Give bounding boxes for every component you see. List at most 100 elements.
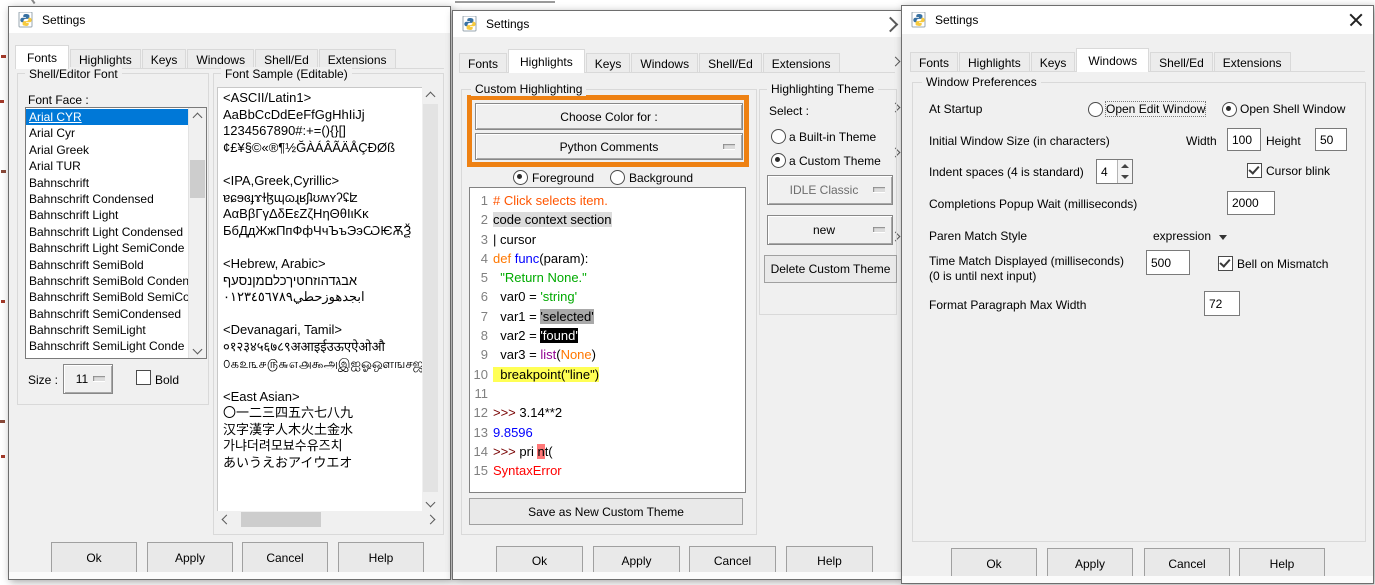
cancel-button[interactable]: Cancel — [242, 542, 328, 573]
code-sample-line[interactable]: 2code context section — [473, 210, 745, 229]
code-segment-break[interactable]: breakpoint("line") — [493, 367, 599, 382]
code-sample-line[interactable]: 7 var1 = 'selected' — [473, 307, 745, 326]
tab-windows[interactable]: Windows — [187, 49, 254, 69]
sample-vscrollbar[interactable] — [422, 87, 439, 511]
code-sample-line[interactable]: 14>>> pri nt( — [473, 442, 745, 461]
completions-popup-input[interactable]: 2000 — [1227, 191, 1275, 215]
tab-highlights[interactable]: Highlights — [508, 49, 585, 73]
code-sample-line[interactable]: 139.8596 — [473, 423, 745, 442]
code-sample-line[interactable]: 4def func(param): — [473, 249, 745, 268]
font-list-item[interactable]: Bahnschrift Light SemiConde — [26, 240, 189, 256]
code-segment-stdout[interactable]: 9.8596 — [493, 425, 533, 440]
builtin-theme-dropdown[interactable]: IDLE Classic — [767, 175, 893, 205]
code-sample-line[interactable]: 8 var2 = 'found' — [473, 326, 745, 345]
indent-spinbox[interactable]: 4 — [1096, 159, 1133, 184]
builtin-theme-radio[interactable] — [771, 129, 786, 144]
help-button[interactable]: Help — [1239, 548, 1325, 579]
code-sample-line[interactable]: 3| cursor — [473, 230, 745, 249]
font-face-listbox[interactable]: Arial CYRArial CyrArial GreekArial TURBa… — [25, 107, 207, 359]
code-segment-normal[interactable]: t( — [545, 444, 553, 459]
tab-windows[interactable]: Windows — [631, 53, 698, 73]
font-sample-text[interactable]: <ASCII/Latin1> AaBbCcDdEeFfGgHhIiJj 1234… — [217, 87, 428, 513]
code-segment-builtin[interactable]: list — [540, 347, 556, 362]
code-segment-keyword[interactable]: def — [493, 251, 511, 266]
code-segment-normal[interactable]: pri — [516, 444, 538, 459]
code-segment-console[interactable]: >>> — [493, 444, 516, 459]
scroll-down-button[interactable] — [422, 495, 439, 511]
code-sample-line[interactable]: 12>>> 3.14**2 — [473, 403, 745, 422]
help-button[interactable]: Help — [338, 542, 424, 573]
code-segment-console[interactable]: >>> — [493, 405, 516, 420]
code-segment-string[interactable]: "Return None." — [500, 270, 587, 285]
highlight-sample[interactable]: 1# Click selects item.2code context sect… — [469, 187, 746, 493]
bell-on-mismatch-checkbox[interactable] — [1218, 256, 1233, 271]
font-list-item[interactable]: Arial Cyr — [26, 125, 189, 141]
code-segment-string[interactable]: 'string' — [540, 289, 577, 304]
font-list-item[interactable]: Bahnschrift SemiCondensed — [26, 306, 189, 322]
code-segment-hit[interactable]: 'found' — [540, 328, 578, 343]
delete-custom-theme-button[interactable]: Delete Custom Theme — [764, 255, 897, 283]
ok-button[interactable]: Ok — [51, 542, 137, 573]
tab-fonts[interactable]: Fonts — [459, 53, 507, 73]
cancel-button[interactable]: Cancel — [689, 546, 776, 575]
spinner-arrows[interactable] — [1117, 160, 1132, 183]
height-input[interactable]: 50 — [1315, 128, 1347, 151]
tab-keys[interactable]: Keys — [142, 49, 187, 69]
save-custom-theme-button[interactable]: Save as New Custom Theme — [469, 498, 743, 525]
apply-button[interactable]: Apply — [147, 542, 233, 573]
bold-checkbox[interactable] — [136, 370, 151, 385]
custom-theme-dropdown[interactable]: new — [767, 215, 893, 245]
sample-hscrollbar[interactable] — [217, 511, 439, 528]
apply-button[interactable]: Apply — [593, 546, 680, 575]
code-segment-context[interactable]: code context section — [493, 212, 612, 227]
background-radio[interactable] — [610, 170, 625, 185]
titlebar[interactable]: Settings — [453, 11, 901, 37]
width-input[interactable]: 100 — [1227, 128, 1261, 151]
tab-shell-ed[interactable]: Shell/Ed — [1150, 52, 1213, 72]
font-list-item[interactable]: Bahnschrift SemiLight Conde — [26, 338, 189, 354]
code-segment-comment[interactable]: # Click selects item. — [493, 193, 608, 208]
tab-extensions[interactable]: Extensions — [1214, 52, 1291, 72]
tab-highlights[interactable]: Highlights — [70, 49, 141, 69]
paren-match-style-value[interactable]: expression — [1153, 229, 1211, 243]
tab-keys[interactable]: Keys — [1031, 52, 1076, 72]
close-icon[interactable] — [1349, 13, 1363, 27]
titlebar[interactable]: Settings — [9, 7, 450, 33]
ok-button[interactable]: Ok — [951, 548, 1037, 579]
help-button[interactable]: Help — [786, 546, 873, 575]
spin-up-icon[interactable] — [1121, 164, 1129, 168]
cancel-button[interactable]: Cancel — [1144, 548, 1230, 579]
code-segment-normal[interactable]: (param): — [539, 251, 588, 266]
code-sample-line[interactable]: 9 var3 = list(None) — [473, 345, 745, 364]
scrollbar-thumb[interactable] — [423, 104, 438, 492]
foreground-radio[interactable] — [513, 170, 528, 185]
code-segment-stderr[interactable]: SyntaxError — [493, 463, 562, 478]
scroll-up-button[interactable] — [189, 108, 206, 124]
code-segment-normal[interactable]: | cursor — [493, 232, 536, 247]
scroll-up-button[interactable] — [422, 87, 439, 103]
apply-button[interactable]: Apply — [1047, 548, 1133, 579]
code-segment-normal[interactable]: 3.14**2 — [516, 405, 562, 420]
scroll-right-button[interactable] — [423, 511, 439, 528]
tab-extensions[interactable]: Extensions — [319, 49, 396, 69]
tab-shell-ed[interactable]: Shell/Ed — [699, 53, 762, 73]
font-list-item[interactable]: Arial TUR — [26, 158, 189, 174]
size-dropdown[interactable]: 11 — [63, 364, 113, 394]
font-list-item[interactable]: Arial Greek — [26, 142, 189, 158]
code-segment-normal[interactable]: ) — [592, 347, 596, 362]
font-list-item[interactable]: Arial CYR — [26, 109, 189, 125]
code-sample-line[interactable]: 10 breakpoint("line") — [473, 365, 745, 384]
scroll-left-button[interactable] — [217, 511, 233, 528]
font-list-item[interactable]: Bahnschrift SemiBold Conden — [26, 273, 189, 289]
code-segment-normal[interactable]: var1 = — [493, 309, 540, 324]
code-sample-line[interactable]: 6 var0 = 'string' — [473, 287, 745, 306]
font-list-item[interactable]: Bahnschrift SemiBold SemiCo — [26, 289, 189, 305]
code-sample-line[interactable]: 5 "Return None." — [473, 268, 745, 287]
scrollbar-thumb[interactable] — [190, 160, 205, 198]
scrollbar-thumb[interactable] — [241, 512, 321, 527]
code-sample-line[interactable]: 15SyntaxError — [473, 461, 745, 480]
ok-button[interactable]: Ok — [496, 546, 583, 575]
font-list-scrollbar[interactable] — [188, 108, 206, 358]
font-list-item[interactable]: Bahnschrift — [26, 175, 189, 191]
cursor-blink-checkbox[interactable] — [1247, 163, 1262, 178]
